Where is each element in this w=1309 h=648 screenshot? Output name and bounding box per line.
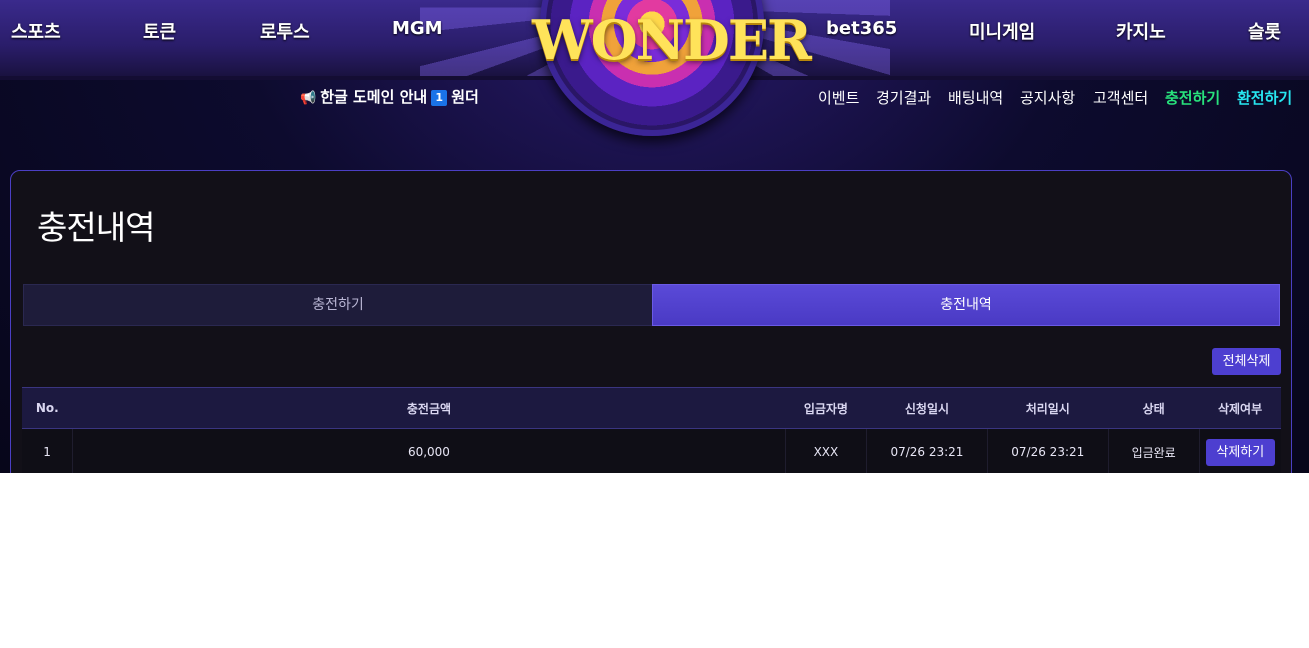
header-no: No. — [22, 387, 73, 429]
header-status: 상태 — [1108, 387, 1200, 429]
cell-amount: 60,000 — [72, 428, 786, 473]
header-amount: 충전금액 — [72, 387, 786, 429]
charge-history-table: No. 충전금액 입금자명 신청일시 처리일시 상태 삭제여부 1 60,000… — [22, 387, 1281, 473]
header-processed: 처리일시 — [987, 387, 1109, 429]
cell-status: 입금완료 — [1108, 428, 1200, 473]
cell-requested: 07/26 23:21 — [866, 428, 988, 473]
nav-slot[interactable]: 슬롯 — [1248, 18, 1281, 44]
notice-number-badge: 1 — [431, 90, 448, 106]
table-header-row: No. 충전금액 입금자명 신청일시 처리일시 상태 삭제여부 — [22, 387, 1281, 429]
subnav-customer-center[interactable]: 고객센터 — [1093, 87, 1148, 108]
cell-no: 1 — [22, 428, 74, 473]
subnav-bet-history[interactable]: 배팅내역 — [948, 87, 1003, 108]
header-delete: 삭제여부 — [1199, 387, 1281, 429]
nav-lotus[interactable]: 로투스 — [260, 18, 310, 44]
tab-charge[interactable]: 충전하기 — [23, 284, 653, 326]
subnav-charge[interactable]: 충전하기 — [1165, 87, 1220, 108]
cell-processed: 07/26 23:21 — [987, 428, 1109, 473]
page-title: 충전내역 — [37, 208, 155, 247]
app-viewport: 스포츠 토큰 로투스 MGM bet365 미니게임 카지노 슬롯 WONDER… — [0, 0, 1309, 473]
cell-depositor: XXX — [785, 428, 868, 473]
tab-charge-history[interactable]: 충전내역 — [652, 284, 1280, 326]
nav-casino[interactable]: 카지노 — [1116, 18, 1166, 44]
subnav-notice[interactable]: 공지사항 — [1020, 87, 1075, 108]
subnav-exchange[interactable]: 환전하기 — [1237, 87, 1292, 108]
nav-minigame[interactable]: 미니게임 — [969, 18, 1035, 44]
logo-text: WONDER — [532, 8, 812, 72]
nav-token[interactable]: 토큰 — [143, 18, 176, 44]
cell-action: 삭제하기 — [1199, 428, 1281, 473]
notice-text-2: 원더 — [451, 88, 479, 106]
header-depositor: 입금자명 — [785, 387, 867, 429]
nav-bet365[interactable]: bet365 — [826, 18, 897, 39]
subnav-event[interactable]: 이벤트 — [818, 87, 859, 108]
subnav-results[interactable]: 경기결과 — [876, 87, 931, 108]
notice-text: 한글 도메인 안내 — [320, 88, 428, 106]
delete-all-button[interactable]: 전체삭제 — [1212, 348, 1281, 375]
charge-history-panel: 충전내역 충전하기 충전내역 전체삭제 No. 충전금액 입금자명 신청일시 처… — [10, 170, 1292, 473]
table-row: 1 60,000 XXX 07/26 23:21 07/26 23:21 입금완… — [22, 428, 1281, 473]
delete-row-button[interactable]: 삭제하기 — [1205, 438, 1275, 466]
site-logo[interactable]: WONDER — [532, 0, 812, 148]
nav-mgm[interactable]: MGM — [392, 18, 443, 39]
megaphone-icon: 📢 — [300, 91, 317, 106]
domain-notice[interactable]: 📢 한글 도메인 안내 1 원더 — [300, 86, 479, 107]
nav-sports[interactable]: 스포츠 — [11, 18, 61, 44]
header-requested: 신청일시 — [866, 387, 988, 429]
